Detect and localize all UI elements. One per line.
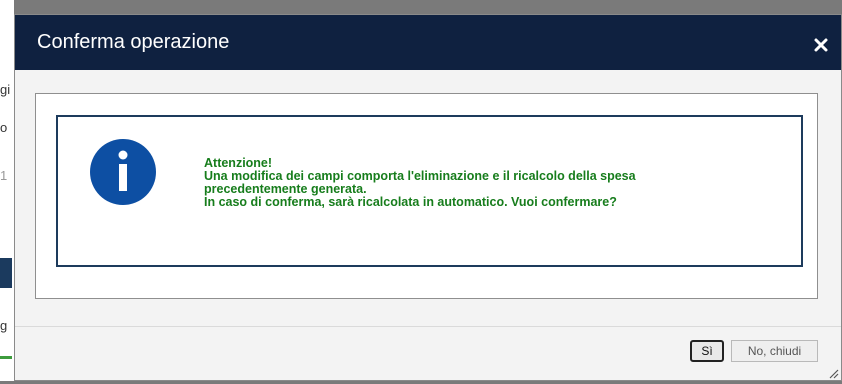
resize-grip-icon[interactable] <box>827 366 839 379</box>
no-close-button[interactable]: No, chiudi <box>731 340 818 362</box>
background-bar <box>0 258 12 288</box>
message-line: In caso di conferma, sarà ricalcolata in… <box>204 195 617 209</box>
background-bar <box>0 356 12 359</box>
footer-divider <box>15 326 841 327</box>
dialog-content: Attenzione! Una modifica dei campi compo… <box>35 93 818 299</box>
background-text: o <box>0 120 8 135</box>
dialog-title: Conferma operazione <box>37 31 230 53</box>
dialog-titlebar[interactable]: Conferma operazione <box>15 15 841 70</box>
background-text: gi <box>0 82 11 97</box>
info-icon <box>90 139 156 205</box>
message-text: Attenzione! Una modifica dei campi compo… <box>204 157 794 209</box>
yes-button[interactable]: Sì <box>690 340 724 362</box>
background-text: g <box>0 318 8 333</box>
close-icon[interactable] <box>813 37 829 53</box>
confirm-dialog: Conferma operazione Attenzione! Una modi… <box>14 14 842 381</box>
background-text: 1 <box>0 168 8 183</box>
message-box: Attenzione! Una modifica dei campi compo… <box>56 115 803 267</box>
